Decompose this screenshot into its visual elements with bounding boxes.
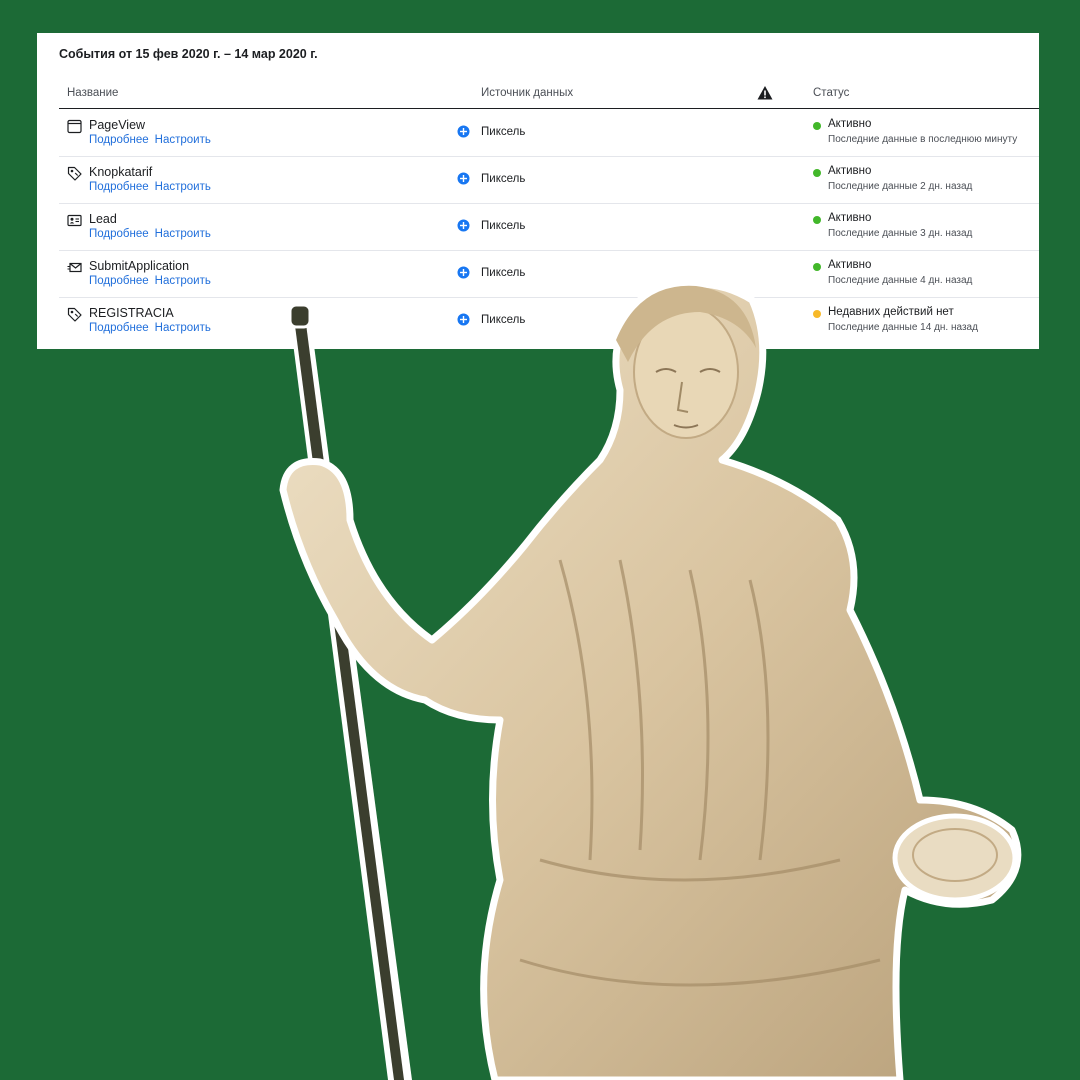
contact-card-icon — [67, 214, 82, 227]
status-label: Активно — [828, 259, 872, 271]
status-dot — [813, 169, 821, 177]
status-dot — [813, 122, 821, 130]
table-row: Knopkatarif Подробнее Настроить Пиксель А… — [59, 156, 1039, 204]
status-dot — [813, 310, 821, 318]
tag-icon — [67, 166, 82, 181]
column-header-status[interactable]: Статус — [813, 87, 849, 99]
browser-window-icon — [67, 119, 82, 134]
configure-link[interactable]: Настроить — [155, 228, 211, 240]
pixel-plus-icon — [457, 219, 470, 232]
event-name: Knopkatarif — [89, 165, 153, 179]
table-row: SubmitApplication Подробнее Настроить Пик… — [59, 250, 1039, 298]
table-row: Lead Подробнее Настроить Пиксель Активно … — [59, 203, 1039, 251]
column-header-source[interactable]: Источник данных — [481, 87, 573, 99]
data-source-label: Пиксель — [481, 220, 526, 232]
details-link[interactable]: Подробнее — [89, 134, 149, 146]
table-header: Название Источник данных Статус — [59, 85, 1039, 109]
last-data-label: Последние данные 14 дн. назад — [828, 322, 978, 333]
data-source-label: Пиксель — [481, 173, 526, 185]
last-data-label: Последние данные в последнюю минуту — [828, 134, 1018, 145]
data-source-label: Пиксель — [481, 267, 526, 279]
panel-title: События от 15 фев 2020 г. – 14 мар 2020 … — [59, 47, 318, 61]
last-data-label: Последние данные 3 дн. назад — [828, 228, 973, 239]
configure-link[interactable]: Настроить — [155, 275, 211, 287]
details-link[interactable]: Подробнее — [89, 228, 149, 240]
column-header-name[interactable]: Название — [67, 87, 118, 99]
last-data-label: Последние данные 4 дн. назад — [828, 275, 973, 286]
event-name: PageView — [89, 118, 146, 132]
statue-figure — [279, 280, 1022, 1080]
configure-link[interactable]: Настроить — [155, 322, 211, 334]
details-link[interactable]: Подробнее — [89, 322, 149, 334]
status-label: Активно — [828, 212, 872, 224]
table-row: PageView Подробнее Настроить Пиксель Акти… — [59, 109, 1039, 157]
status-label: Активно — [828, 118, 872, 130]
data-source-label: Пиксель — [481, 314, 526, 326]
status-dot — [813, 216, 821, 224]
staff — [288, 303, 412, 1080]
tag-icon — [67, 307, 82, 322]
pixel-plus-icon — [457, 125, 470, 138]
warning-triangle-icon[interactable] — [757, 85, 773, 101]
status-label: Активно — [828, 165, 872, 177]
envelope-send-icon — [67, 262, 82, 273]
details-link[interactable]: Подробнее — [89, 275, 149, 287]
pixel-plus-icon — [457, 313, 470, 326]
status-label: Недавних действий нет — [828, 306, 954, 318]
event-name: SubmitApplication — [89, 259, 190, 273]
pixel-plus-icon — [457, 172, 470, 185]
details-link[interactable]: Подробнее — [89, 181, 149, 193]
event-name: Lead — [89, 212, 117, 226]
status-dot — [813, 263, 821, 271]
event-name: REGISTRACIA — [89, 306, 174, 320]
table-row: REGISTRACIA Подробнее Настроить Пиксель Н… — [59, 297, 1039, 344]
configure-link[interactable]: Настроить — [155, 181, 211, 193]
last-data-label: Последние данные 2 дн. назад — [828, 181, 973, 192]
events-panel: События от 15 фев 2020 г. – 14 мар 2020 … — [37, 33, 1039, 349]
data-source-label: Пиксель — [481, 126, 526, 138]
pixel-plus-icon — [457, 266, 470, 279]
configure-link[interactable]: Настроить — [155, 134, 211, 146]
